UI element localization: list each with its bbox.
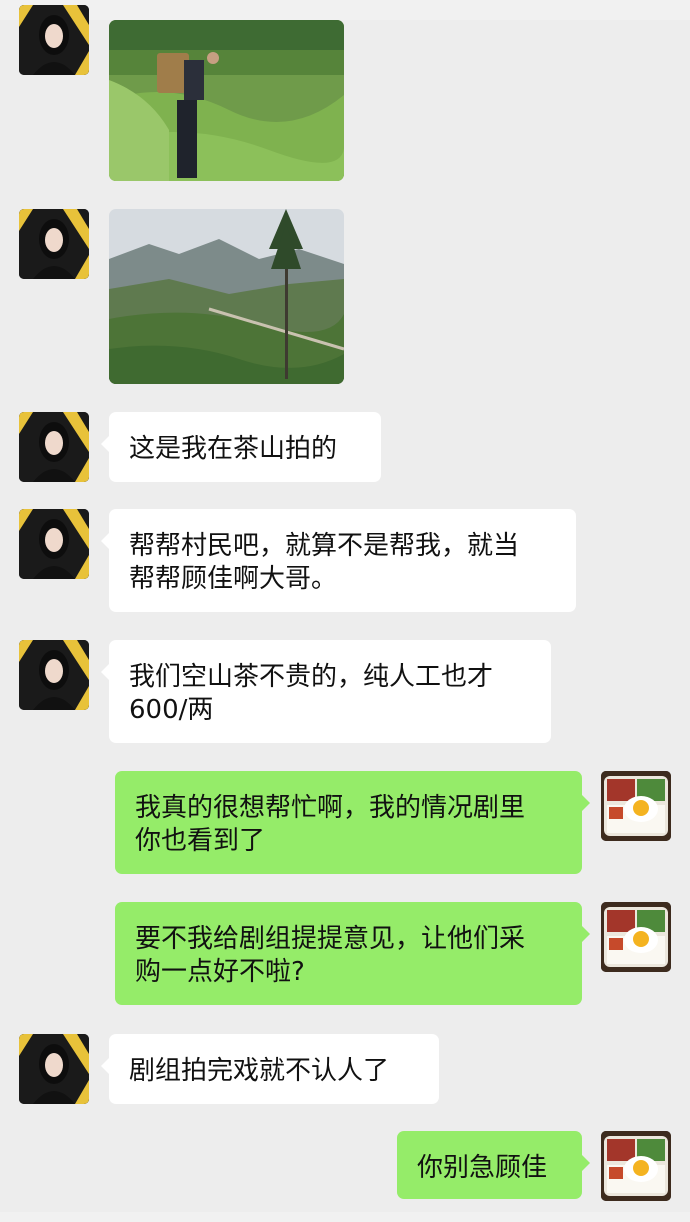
message-text: 剧组拍完戏就不认人了: [129, 1056, 390, 1086]
chat-history[interactable]: 这是我在茶山拍的 帮帮村民吧，就算不是帮我，就当 帮帮顾佳啊大哥。 我们空山茶不…: [0, 0, 690, 1222]
woman-portrait-icon: [19, 1034, 89, 1104]
message-text-line: 600/两: [129, 695, 214, 725]
message-text-line: 我们空山茶不贵的，纯人工也才: [129, 662, 494, 692]
woman-portrait-icon: [19, 640, 89, 710]
message-text: 你别急顾佳: [417, 1153, 548, 1183]
message-bubble-outgoing[interactable]: 要不我给剧组提提意见，让他们采 购一点好不啦?: [115, 902, 590, 1005]
message-bubble-outgoing[interactable]: 我真的很想帮忙啊，我的情况剧里 你也看到了: [115, 771, 590, 874]
woman-portrait-icon: [19, 209, 89, 279]
message-text-line: 你也看到了: [135, 826, 266, 856]
message-text-line: 帮帮村民吧，就算不是帮我，就当: [129, 531, 520, 561]
tea-farmer-photo[interactable]: [109, 20, 344, 181]
message-text-line: 帮帮顾佳啊大哥。: [129, 564, 338, 594]
contact-avatar[interactable]: [19, 209, 89, 279]
contact-avatar[interactable]: [19, 1034, 89, 1104]
message-bubble-incoming[interactable]: 这是我在茶山拍的: [101, 412, 381, 482]
self-avatar[interactable]: [601, 771, 671, 841]
woman-portrait-icon: [19, 5, 89, 75]
self-avatar[interactable]: [601, 1131, 671, 1201]
woman-portrait-icon: [19, 509, 89, 579]
top-edge: [0, 0, 690, 20]
bottom-edge: [0, 1212, 690, 1222]
woman-portrait-icon: [19, 412, 89, 482]
tea-mountain-photo[interactable]: [109, 209, 344, 384]
message-bubble-outgoing[interactable]: 你别急顾佳: [397, 1131, 590, 1199]
contact-avatar[interactable]: [19, 509, 89, 579]
message-bubble-incoming[interactable]: 我们空山茶不贵的，纯人工也才 600/两: [101, 640, 551, 743]
message-text-line: 要不我给剧组提提意见，让他们采: [135, 924, 526, 954]
contact-avatar[interactable]: [19, 5, 89, 75]
message-text-line: 购一点好不啦?: [135, 957, 305, 987]
contact-avatar[interactable]: [19, 412, 89, 482]
contact-avatar[interactable]: [19, 640, 89, 710]
message-bubble-incoming[interactable]: 帮帮村民吧，就算不是帮我，就当 帮帮顾佳啊大哥。: [101, 509, 576, 612]
fried-egg-rice-icon: [601, 771, 671, 841]
tea-farmer-image: [109, 20, 344, 181]
fried-egg-rice-icon: [601, 1131, 671, 1201]
self-avatar[interactable]: [601, 902, 671, 972]
tea-mountain-image: [109, 209, 344, 384]
message-text-line: 我真的很想帮忙啊，我的情况剧里: [135, 793, 526, 823]
message-bubble-incoming[interactable]: 剧组拍完戏就不认人了: [101, 1034, 439, 1104]
message-text: 这是我在茶山拍的: [129, 434, 338, 464]
fried-egg-rice-icon: [601, 902, 671, 972]
